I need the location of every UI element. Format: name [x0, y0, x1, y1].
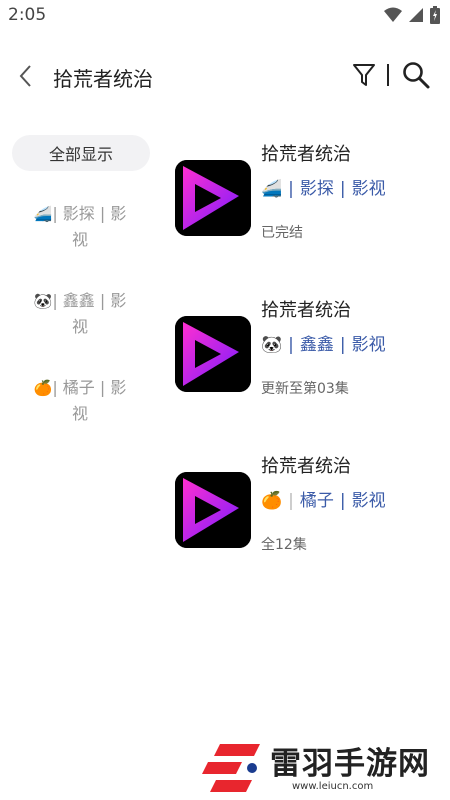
- play-logo-icon: [175, 316, 251, 392]
- back-button[interactable]: [14, 62, 38, 90]
- filter-icon: [353, 64, 375, 86]
- result-status: 全12集: [261, 537, 307, 553]
- poster-image: [175, 472, 251, 548]
- train-icon: 🚄: [261, 179, 283, 199]
- sidebar-item-label-cont: 视: [71, 404, 88, 423]
- sidebar-item-label: | 鑫鑫 | 影: [52, 291, 127, 310]
- wifi-icon: [384, 7, 402, 22]
- sidebar-item-yingtan[interactable]: 🚄| 影探 | 影 视: [10, 201, 150, 253]
- page-title: 拾荒者统治: [53, 67, 153, 91]
- back-arrow-icon: [19, 65, 31, 87]
- sidebar-item-juzi[interactable]: 🍊| 橘子 | 影 视: [10, 375, 150, 427]
- result-source: 🍊 | 橘子 | 影视: [261, 491, 386, 511]
- panda-icon: 🐼: [261, 335, 283, 355]
- watermark: 雷羽手游网 www.leiucn.com: [200, 738, 450, 798]
- orange-icon: 🍊: [261, 491, 283, 511]
- watermark-logo-icon: [202, 744, 260, 792]
- poster-image: [175, 160, 251, 236]
- source-name: 橘子: [299, 491, 334, 511]
- sidebar-item-xinxin[interactable]: 🐼| 鑫鑫 | 影 视: [10, 288, 150, 340]
- sidebar-item-label-cont: 视: [71, 317, 88, 336]
- battery-icon: [430, 6, 440, 24]
- panda-icon: 🐼: [33, 292, 53, 310]
- search-button[interactable]: [401, 60, 431, 90]
- watermark-url: www.leiucn.com: [292, 781, 374, 792]
- source-type: 影视: [351, 335, 386, 355]
- filter-button[interactable]: [352, 62, 376, 88]
- header: 拾荒者统治: [0, 48, 450, 104]
- result-title: 拾荒者统治: [261, 456, 351, 477]
- orange-icon: 🍊: [33, 379, 53, 397]
- source-name: 鑫鑫: [299, 335, 334, 355]
- status-bar: 2:05: [0, 0, 450, 30]
- result-card[interactable]: 拾荒者统治 🍊 | 橘子 | 影视 全12集: [172, 452, 442, 582]
- play-logo-icon: [175, 472, 251, 548]
- train-icon: 🚄: [33, 205, 53, 223]
- result-card[interactable]: 拾荒者统治 🚄 | 影探 | 影视 已完结: [172, 140, 442, 270]
- poster-image: [175, 316, 251, 392]
- source-type: 影视: [351, 179, 386, 199]
- signal-icon: [409, 8, 423, 22]
- sidebar-item-label-cont: 视: [71, 230, 88, 249]
- result-title: 拾荒者统治: [261, 144, 351, 165]
- play-logo-icon: [175, 160, 251, 236]
- sidebar-item-label: | 橘子 | 影: [52, 378, 127, 397]
- watermark-text: 雷羽手游网: [270, 746, 430, 782]
- search-icon: [403, 62, 430, 89]
- sidebar-item-label: | 影探 | 影: [52, 204, 127, 223]
- header-divider: [387, 64, 389, 86]
- source-name: 影探: [299, 179, 334, 199]
- result-status: 更新至第03集: [261, 381, 349, 397]
- result-status: 已完结: [261, 225, 303, 241]
- sidebar-item-all[interactable]: 全部显示: [12, 135, 150, 171]
- source-type: 影视: [351, 491, 386, 511]
- result-card[interactable]: 拾荒者统治 🐼 | 鑫鑫 | 影视 更新至第03集: [172, 296, 442, 426]
- status-icons: [384, 6, 440, 24]
- result-title: 拾荒者统治: [261, 300, 351, 321]
- status-time: 2:05: [8, 5, 47, 25]
- result-source: 🚄 | 影探 | 影视: [261, 179, 386, 199]
- result-source: 🐼 | 鑫鑫 | 影视: [261, 335, 386, 355]
